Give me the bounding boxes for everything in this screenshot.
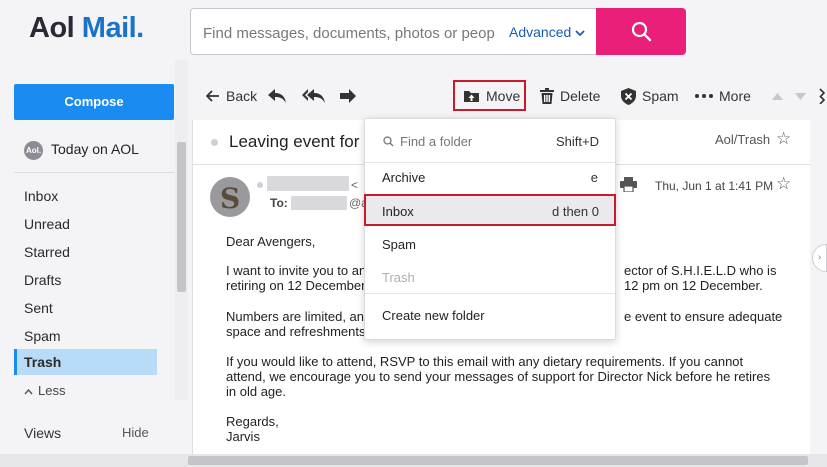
forward-button[interactable] [339,72,357,120]
compose-button[interactable]: Compose [14,84,174,120]
body-line: I want to invite you to an [226,263,367,278]
body-signature: Jarvis [226,429,260,444]
folder-search-shortcut: Shift+D [556,134,599,149]
advanced-search-button[interactable]: Advanced [509,24,585,40]
search-box: Advanced [190,8,596,55]
body-line: If you would like to attend, RSVP to thi… [226,354,744,369]
message-star-icon[interactable]: ☆ [776,174,791,194]
search-icon [631,21,652,42]
next-message-button[interactable] [795,72,806,120]
aol-mail-logo[interactable]: Aol Mail. [29,12,144,45]
search-button[interactable] [596,8,686,55]
menu-divider [365,162,615,163]
reply-all-icon [302,89,325,103]
back-button[interactable]: Back [206,72,257,120]
reply-button[interactable] [267,72,287,120]
body-line: 12 pm on 12 December. [624,278,763,293]
arrow-left-icon [206,90,219,102]
triangle-down-icon [795,92,806,100]
print-button[interactable] [620,177,637,197]
sender-avatar: S [210,177,250,217]
sender-status-dot [257,182,263,188]
reply-icon [268,89,286,103]
message-subject: Leaving event for C [229,132,377,151]
body-line: in old age. [226,384,286,399]
unread-dot [211,139,218,146]
sidebar-item-drafts[interactable]: Drafts [14,267,157,293]
reading-pane-scrollbar[interactable] [810,120,827,467]
app-header: Aol Mail. Advanced [0,0,827,66]
trash-icon [540,88,554,104]
move-folder-menu: Find a folder Shift+D Archive e Inbox d … [364,118,616,340]
search-icon [383,136,394,147]
redacted-recipient [291,196,347,210]
menu-item-trash: Trash [382,270,415,285]
inbox-item-annotation [364,194,616,226]
horizontal-scrollbar-thumb[interactable] [188,456,808,465]
shield-icon [621,87,636,105]
to-label: To: [270,196,288,210]
message-date: Thu, Jun 1 at 1:41 PM [655,179,774,193]
sidebar-item-trash[interactable]: Trash [14,349,157,375]
more-dots-icon [695,94,713,98]
body-line: ector of S.H.I.E.L.D who is [624,263,777,278]
archive-shortcut: e [590,170,598,185]
triangle-up-icon [772,92,783,100]
previous-message-button[interactable] [772,72,783,120]
sidebar-item-starred[interactable]: Starred [14,239,157,265]
sidebar-item-spam[interactable]: Spam [14,323,157,349]
sender-address-fragment: < [351,178,359,192]
sidebar-item-inbox[interactable]: Inbox [14,183,157,209]
create-new-folder-button[interactable]: Create new folder [382,308,485,323]
menu-item-spam[interactable]: Spam [382,237,416,252]
today-on-aol-link[interactable]: Aol. Today on AOL [24,141,139,160]
expand-pane-button[interactable] [818,72,826,120]
spam-button[interactable]: Spam [621,72,679,120]
body-line: Numbers are limited, and [226,309,372,324]
body-greeting: Dear Avengers, [226,234,316,249]
redacted-sender-name [267,176,349,191]
aol-badge-icon: Aol. [24,141,43,160]
delete-button[interactable]: Delete [540,72,600,120]
hide-views-link[interactable]: Hide [122,425,149,440]
move-button-annotation [453,80,526,111]
reply-all-button[interactable] [302,72,326,120]
folder-search-input[interactable]: Find a folder [383,134,472,149]
message-folder-label: Aol/Trash [715,132,771,147]
sidebar-item-unread[interactable]: Unread [14,211,157,237]
body-line: attend, we encourage you to send your me… [226,369,771,384]
body-regards: Regards, [226,414,279,429]
star-icon[interactable]: ☆ [776,129,791,149]
printer-icon [620,177,637,193]
sidebar-scrollbar-thumb[interactable] [177,142,186,292]
body-line: e event to ensure adequate [624,309,783,324]
search-input[interactable] [203,22,495,44]
views-heading: Views [24,425,62,441]
collapse-arrows-icon [819,88,826,104]
sidebar: Compose Aol. Today on AOL Inbox Unread St… [0,66,190,467]
menu-divider [365,293,615,294]
sidebar-item-sent[interactable]: Sent [14,295,157,321]
chevron-down-icon [575,28,585,40]
sidebar-divider [14,172,174,173]
menu-item-archive[interactable]: Archive [382,170,425,185]
body-line: space and refreshments [226,324,366,339]
body-line: retiring on 12 December [226,278,366,293]
forward-icon [340,89,356,103]
chevron-up-icon [24,383,33,398]
more-button[interactable]: More [695,72,751,120]
less-toggle[interactable]: Less [24,383,65,398]
